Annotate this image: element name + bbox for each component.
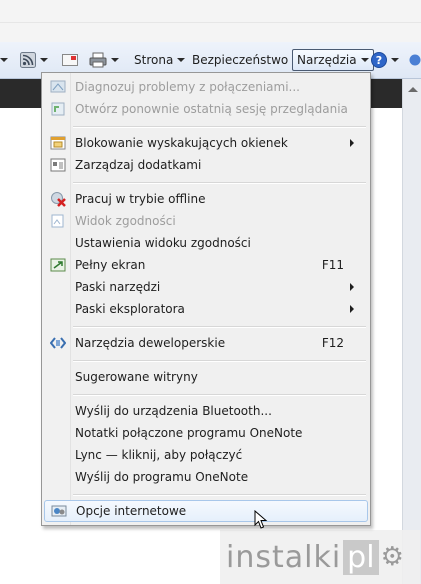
menu-item-reopen-session[interactable]: Otwórz ponownie ostatnią sesję przegląda…	[44, 98, 366, 120]
help-icon: ?	[371, 52, 387, 68]
submenu-arrow-icon	[350, 283, 354, 291]
gear-icon: ⚙	[380, 542, 404, 572]
menu-separator	[73, 394, 366, 396]
rss-feed-icon	[20, 52, 36, 68]
menu-item-shortcut: F11	[321, 258, 344, 272]
menu-item-label: Paski eksploratora	[75, 302, 185, 316]
safety-menu-label: Bezpieczeństwo	[192, 53, 289, 67]
menu-item-label: Lync — kliknij, aby połączyć	[75, 448, 243, 462]
mouse-cursor-icon	[254, 510, 268, 529]
diagnose-connection-icon	[50, 80, 66, 93]
menu-item-label: Ustawienia widoku zgodności	[75, 236, 251, 250]
menu-item-suggested-sites[interactable]: Sugerowane witryny	[44, 366, 366, 388]
menu-item-label: Diagnozuj problemy z połączeniami...	[75, 80, 300, 94]
internet-options-icon	[51, 505, 67, 517]
menu-item-label: Widok zgodności	[75, 214, 176, 228]
menu-item-label: Notatki połączone programu OneNote	[75, 426, 303, 440]
menu-item-diagnose-connection[interactable]: Diagnozuj problemy z połączeniami...	[44, 76, 366, 98]
compatibility-view-icon	[51, 214, 64, 228]
printer-icon	[89, 52, 107, 68]
menu-item-label: Pełny ekran	[75, 258, 146, 272]
menu-item-manage-addons[interactable]: Zarządzaj dodatkami	[44, 154, 366, 176]
menu-item-label: Otwórz ponownie ostatnią sesję przegląda…	[75, 102, 348, 116]
menu-item-compatibility-view[interactable]: Widok zgodności	[44, 210, 366, 232]
menu-item-explorer-bars[interactable]: Paski eksploratora	[44, 298, 366, 320]
menu-item-label: Wyślij do programu OneNote	[75, 470, 249, 484]
menu-separator	[73, 326, 366, 328]
watermark-suffix: pl	[343, 539, 379, 575]
chevron-down-icon	[111, 58, 119, 62]
menu-item-label: Zarządzaj dodatkami	[75, 158, 202, 172]
divider	[0, 22, 421, 23]
menu-item-send-to-onenote[interactable]: Wyślij do programu OneNote	[44, 466, 366, 488]
vertical-scrollbar[interactable]	[402, 79, 421, 584]
developer-tools-icon	[50, 337, 66, 349]
menu-item-label: Opcje internetowe	[76, 504, 187, 518]
chevron-down-icon	[391, 58, 399, 62]
menu-item-compatibility-settings[interactable]: Ustawienia widoku zgodności	[44, 232, 366, 254]
menu-item-label: Sugerowane witryny	[75, 370, 198, 384]
chevron-down-icon	[360, 58, 369, 62]
page-menu-label: Strona	[134, 53, 174, 67]
menu-item-label: Blokowanie wyskakujących okienek	[75, 136, 288, 150]
help-button[interactable]: ?	[371, 42, 399, 78]
menu-item-work-offline[interactable]: Pracuj w trybie offline	[44, 188, 366, 210]
toolbar-overflow-button[interactable]	[409, 42, 421, 78]
svg-text:?: ?	[376, 54, 382, 67]
menu-item-label: Pracuj w trybie offline	[75, 192, 206, 206]
submenu-arrow-icon	[350, 305, 354, 313]
scroll-up-icon[interactable]	[408, 87, 418, 92]
menu-separator	[73, 360, 366, 362]
watermark-logo: instalki pl ⚙	[220, 530, 420, 584]
tools-dropdown-menu: Diagnozuj problemy z połączeniami... Otw…	[41, 72, 371, 526]
menu-separator	[73, 182, 366, 184]
menu-separator	[73, 494, 366, 496]
menu-item-internet-options[interactable]: Opcje internetowe	[44, 500, 368, 522]
window-top-area	[0, 0, 421, 42]
menu-item-send-bluetooth[interactable]: Wyślij do urządzenia Bluetooth...	[44, 400, 366, 422]
menu-item-label: Narzędzia deweloperskie	[75, 336, 226, 350]
menu-item-label: Paski narzędzi	[75, 280, 161, 294]
menu-item-shortcut: F12	[321, 336, 344, 350]
manage-addons-icon	[50, 158, 66, 172]
watermark-text: instalki	[226, 539, 342, 575]
menu-item-label: Wyślij do urządzenia Bluetooth...	[75, 404, 272, 418]
menu-item-lync-click-to-call[interactable]: Lync — kliknij, aby połączyć	[44, 444, 366, 466]
submenu-arrow-icon	[350, 139, 354, 147]
tools-menu-label: Narzędzia	[297, 53, 357, 67]
chevron-down-icon	[177, 58, 186, 62]
menu-item-toolbars[interactable]: Paski narzędzi	[44, 276, 366, 298]
mail-icon	[62, 54, 78, 66]
menu-item-developer-tools[interactable]: Narzędzia deweloperskie F12	[44, 332, 366, 354]
offline-icon	[51, 192, 66, 207]
chevron-down-icon	[0, 58, 8, 62]
home-dropdown-caret[interactable]	[0, 42, 8, 78]
menu-item-popup-blocker[interactable]: Blokowanie wyskakujących okienek	[44, 132, 366, 154]
chevron-down-icon	[40, 58, 48, 62]
fullscreen-icon	[50, 258, 66, 272]
tools-menu-button[interactable]: Narzędzia	[292, 49, 374, 71]
smiley-feedback-icon	[409, 54, 421, 66]
menu-separator	[73, 126, 366, 128]
popup-blocker-icon	[50, 136, 66, 150]
reopen-session-icon	[51, 102, 65, 116]
menu-item-fullscreen[interactable]: Pełny ekran F11	[44, 254, 366, 276]
menu-item-onenote-linked-notes[interactable]: Notatki połączone programu OneNote	[44, 422, 366, 444]
